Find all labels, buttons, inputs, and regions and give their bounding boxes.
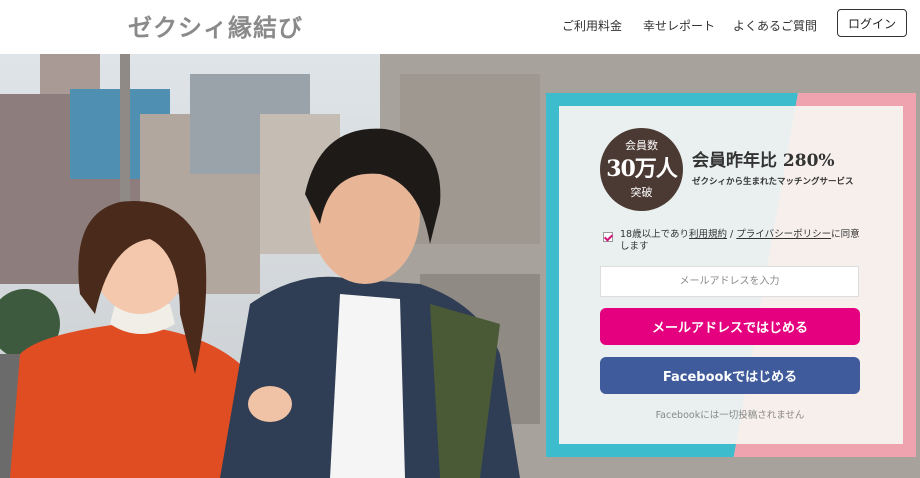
growth-headline: 会員昨年比 280%	[692, 151, 835, 171]
nav-happy-report-link[interactable]: 幸せレポート	[643, 17, 715, 34]
facebook-signup-button[interactable]: Facebookではじめる	[600, 357, 860, 394]
site-logo[interactable]: ゼクシィ縁結び	[128, 8, 303, 43]
terms-link[interactable]: 利用規約	[689, 229, 727, 240]
agreement-prefix: 18歳以上であり	[620, 229, 689, 240]
badge-member-count: 30万人	[606, 156, 678, 182]
email-signup-button[interactable]: メールアドレスではじめる	[600, 308, 860, 345]
agreement-separator: /	[727, 229, 737, 240]
member-count-badge: 会員数 30万人 突破	[600, 128, 683, 211]
facebook-privacy-note: Facebookには一切投稿されません	[655, 410, 805, 421]
nav-faq-link[interactable]: よくあるご質問	[733, 17, 817, 34]
email-input[interactable]	[600, 266, 859, 297]
agreement-text: 18歳以上であり利用規約 / プライバシーポリシーに同意します	[620, 229, 865, 253]
login-button[interactable]: ログイン	[837, 9, 907, 37]
privacy-policy-link[interactable]: プライバシーポリシー	[736, 229, 831, 240]
service-tagline: ゼクシィから生まれたマッチングサービス	[692, 177, 854, 187]
agreement-checkbox[interactable]	[603, 232, 613, 242]
nav-pricing-link[interactable]: ご利用料金	[562, 17, 622, 34]
badge-label-exceeded: 突破	[630, 186, 653, 199]
site-header: ゼクシィ縁結び ご利用料金 幸せレポート よくあるご質問 ログイン	[0, 0, 920, 54]
